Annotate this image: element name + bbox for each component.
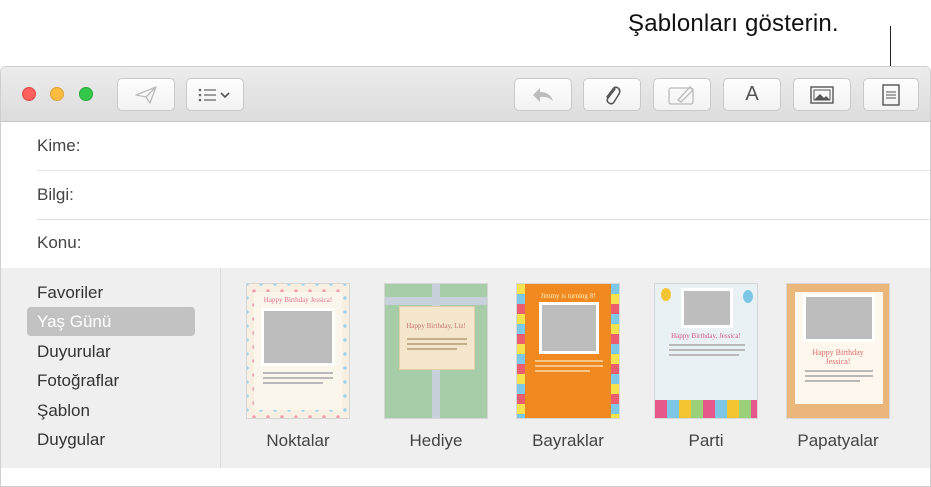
template-parti-label[interactable]: Parti xyxy=(646,431,766,451)
text-line xyxy=(535,360,603,362)
category-sentiments[interactable]: Duygular xyxy=(27,425,195,454)
zoom-button[interactable] xyxy=(79,87,93,101)
attach-button[interactable] xyxy=(583,78,641,111)
show-stationery-button[interactable] xyxy=(863,78,919,111)
text-line xyxy=(805,380,860,382)
to-field[interactable]: Kime: xyxy=(1,122,930,171)
text-line xyxy=(805,375,873,377)
to-label: Kime: xyxy=(37,136,81,155)
template-noktalar-label[interactable]: Noktalar xyxy=(238,431,358,451)
text-line xyxy=(669,349,745,351)
category-photos[interactable]: Fotoğraflar xyxy=(27,366,195,395)
category-template[interactable]: Şablon xyxy=(27,396,195,425)
flag-strip xyxy=(611,284,619,418)
close-button[interactable] xyxy=(22,87,36,101)
text-line xyxy=(535,365,603,367)
template-papatyalar-thumbnail[interactable]: Happy Birthday Jessica! xyxy=(786,283,890,419)
photo-placeholder xyxy=(681,288,733,328)
photo-placeholder xyxy=(261,308,335,366)
font-button[interactable]: A xyxy=(723,78,781,111)
photo-browser-button[interactable] xyxy=(793,78,851,111)
thumb-title: Jimmy is turning 8! xyxy=(540,292,596,300)
markup-icon xyxy=(668,85,694,105)
subject-label: Konu: xyxy=(37,233,82,252)
stationery-panel: Favoriler Yaş Günü Duyurular Fotoğraflar… xyxy=(1,268,930,468)
markup-button[interactable] xyxy=(653,78,711,111)
template-noktalar-thumbnail[interactable]: Happy Birthday Jessica! xyxy=(246,283,350,419)
stationery-icon xyxy=(882,83,900,106)
minimize-button[interactable] xyxy=(50,87,64,101)
stationery-categories: Favoriler Yaş Günü Duyurular Fotoğraflar… xyxy=(1,268,221,468)
text-line xyxy=(805,370,873,372)
template-bayraklar-thumbnail[interactable]: Jimmy is turning 8! xyxy=(516,283,620,419)
photo-placeholder xyxy=(803,294,875,342)
list-format-icon xyxy=(198,88,230,101)
format-list-button[interactable] xyxy=(186,78,244,111)
template-parti-thumbnail[interactable]: Happy Birthday, Jessica! xyxy=(654,283,758,419)
text-line xyxy=(407,338,467,340)
template-hediye-label[interactable]: Hediye xyxy=(376,431,496,451)
attachment-icon xyxy=(606,85,621,105)
ribbon xyxy=(385,297,487,305)
photo-placeholder xyxy=(539,302,599,354)
reply-button[interactable] xyxy=(514,78,572,111)
text-line xyxy=(263,382,323,384)
text-line xyxy=(407,343,467,345)
balloon xyxy=(661,288,671,301)
thumb-title: Jessica! xyxy=(825,357,851,366)
text-line xyxy=(263,372,333,374)
thumb-title: Happy Birthday, Liz! xyxy=(406,322,466,330)
thumb-title: Happy Birthday, Jessica! xyxy=(671,332,741,340)
font-icon: A xyxy=(745,83,759,105)
template-hediye-thumbnail[interactable]: Happy Birthday, Liz! xyxy=(384,283,488,419)
flag-strip xyxy=(517,284,525,418)
text-line xyxy=(669,354,739,356)
gift-row xyxy=(655,400,757,418)
text-line xyxy=(407,348,457,350)
photo-browser-icon xyxy=(810,85,834,104)
text-line xyxy=(535,370,590,372)
text-line xyxy=(669,344,745,346)
thumb-title: Happy Birthday Jessica! xyxy=(263,296,333,304)
category-announcements[interactable]: Duyurular xyxy=(27,337,195,366)
thumb-title: Happy Birthday xyxy=(812,348,864,357)
send-icon xyxy=(135,85,157,104)
text-line xyxy=(263,377,333,379)
template-papatyalar-label[interactable]: Papatyalar xyxy=(778,431,898,451)
reply-icon xyxy=(533,87,553,102)
category-birthday[interactable]: Yaş Günü xyxy=(27,307,195,336)
callout-text: Şablonları gösterin. xyxy=(628,10,839,37)
subject-field[interactable]: Konu: xyxy=(1,219,930,268)
cc-field[interactable]: Bilgi: xyxy=(1,171,930,220)
toolbar: A xyxy=(1,67,930,122)
category-favorites[interactable]: Favoriler xyxy=(27,278,195,307)
send-button[interactable] xyxy=(117,78,175,111)
cc-label: Bilgi: xyxy=(37,185,74,204)
template-bayraklar-label[interactable]: Bayraklar xyxy=(508,431,628,451)
balloon xyxy=(743,290,753,303)
mail-compose-window: A Kime: Bilgi: Konu: Favoriler Yaş Günü … xyxy=(0,66,931,487)
